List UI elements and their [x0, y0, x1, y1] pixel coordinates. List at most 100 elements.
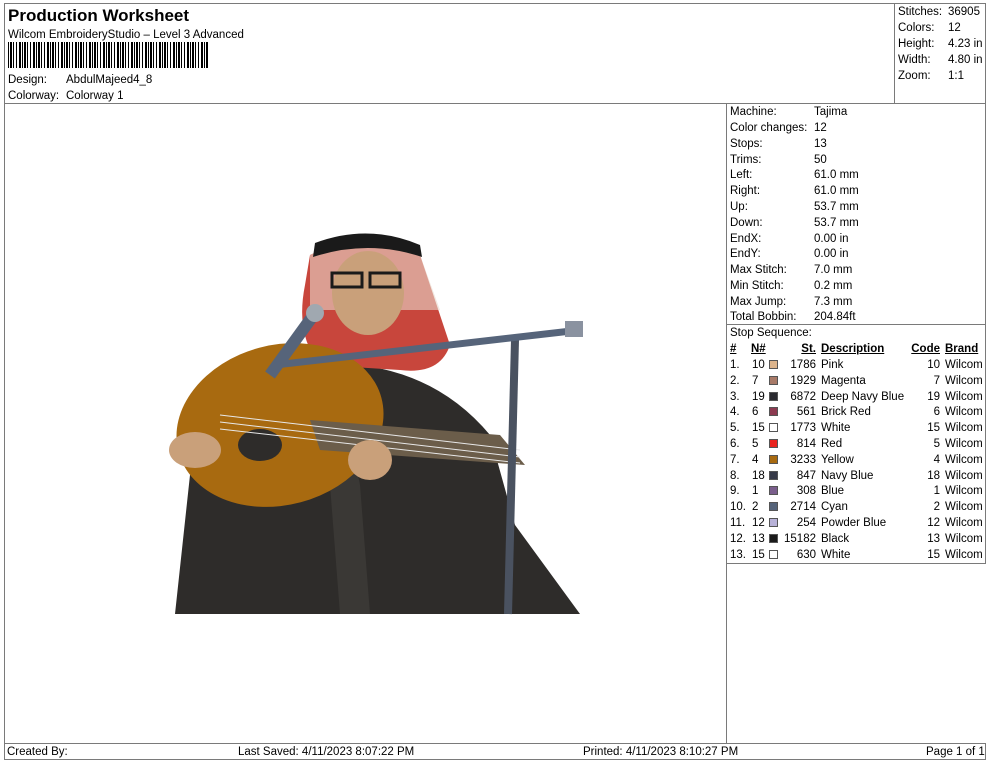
- stop-cell-st: 254: [796, 517, 816, 529]
- stop-cell-num: 3.: [730, 391, 740, 403]
- machine-info-row: Machine: Tajima: [730, 106, 848, 118]
- stop-cell-brand: Wilcom: [945, 485, 983, 497]
- stop-cell-num: 2.: [730, 375, 740, 387]
- footer-created-by: Created By:: [7, 746, 68, 758]
- stop-cell-num: 7.: [730, 454, 740, 466]
- stop-cell-n: 10: [752, 359, 765, 371]
- summary-value: 12: [948, 22, 961, 34]
- machine-info-row: Up: 53.7 mm: [730, 201, 859, 213]
- stop-cell-num: 11.: [730, 517, 746, 529]
- stop-cell-n: 18: [752, 470, 765, 482]
- stop-cell-code: 12: [927, 517, 940, 529]
- footer-last-saved: Last Saved: 4/11/2023 8:07:22 PM: [238, 746, 415, 758]
- stop-cell-st: 308: [796, 485, 816, 497]
- stop-cell-st: 1773: [790, 422, 816, 434]
- summary-value: 4.23 in: [948, 38, 983, 50]
- left-hand: [169, 432, 221, 468]
- footer-printed: Printed: 4/11/2023 8:10:27 PM: [583, 746, 739, 758]
- stop-cell-st: 6872: [790, 391, 816, 403]
- right-hand: [348, 440, 392, 480]
- column-header-brand: Brand: [945, 343, 979, 355]
- summary-label: Width:: [898, 54, 931, 66]
- thread-color-swatch: [769, 407, 778, 416]
- stop-cell-num: 13.: [730, 549, 746, 561]
- summary-value: 1:1: [948, 70, 964, 82]
- machine-info-row: EndY: 0.00 in: [730, 248, 849, 260]
- stop-cell-n: 19: [752, 391, 765, 403]
- stop-cell-description: White: [821, 549, 851, 561]
- thread-color-swatch: [769, 360, 778, 369]
- summary-label: Height:: [898, 38, 935, 50]
- stop-cell-description: Deep Navy Blue: [821, 391, 905, 403]
- stop-cell-code: 18: [927, 470, 940, 482]
- stop-cell-brand: Wilcom: [945, 359, 983, 371]
- stop-cell-code: 5: [933, 438, 940, 450]
- machine-info-row: Color changes: 12: [730, 122, 827, 134]
- thread-color-swatch: [769, 534, 778, 543]
- colorway-value: Colorway 1: [66, 90, 124, 102]
- column-header-needle: N#: [751, 343, 766, 355]
- stop-cell-st: 814: [796, 438, 816, 450]
- stop-cell-code: 10: [927, 359, 940, 371]
- machine-info-row: Total Bobbin: 204.84ft: [730, 311, 856, 323]
- stop-cell-st: 1929: [790, 375, 816, 387]
- stop-cell-n: 4: [752, 454, 759, 466]
- stop-cell-brand: Wilcom: [945, 470, 983, 482]
- stop-cell-description: Brick Red: [821, 406, 871, 418]
- stop-cell-brand: Wilcom: [945, 438, 983, 450]
- stop-cell-description: Magenta: [821, 375, 866, 387]
- stop-cell-num: 1.: [730, 359, 740, 371]
- stop-cell-st: 1786: [790, 359, 816, 371]
- stop-cell-num: 9.: [730, 485, 740, 497]
- machine-info-row: Stops: 13: [730, 138, 827, 150]
- colorway-label: Colorway:: [8, 90, 60, 102]
- stop-cell-description: Navy Blue: [821, 470, 874, 482]
- column-header-num: #: [730, 343, 737, 355]
- column-header-description: Description: [821, 343, 885, 355]
- machine-info-row: Trims: 50: [730, 154, 827, 166]
- stop-cell-st: 15182: [784, 533, 816, 545]
- machine-info-row: Min Stitch: 0.2 mm: [730, 280, 853, 292]
- stop-cell-st: 847: [796, 470, 816, 482]
- stop-cell-code: 6: [933, 406, 940, 418]
- machine-info-row: Down: 53.7 mm: [730, 217, 859, 229]
- stop-cell-st: 3233: [790, 454, 816, 466]
- stop-cell-description: Blue: [821, 485, 845, 497]
- software-name: Wilcom EmbroideryStudio – Level 3 Advanc…: [8, 29, 244, 41]
- stop-cell-brand: Wilcom: [945, 375, 983, 387]
- stop-cell-n: 2: [752, 501, 759, 513]
- stop-cell-code: 19: [927, 391, 940, 403]
- stop-cell-num: 4.: [730, 406, 740, 418]
- stop-cell-n: 15: [752, 549, 765, 561]
- stop-cell-num: 6.: [730, 438, 740, 450]
- stop-cell-description: Black: [821, 533, 850, 545]
- stop-cell-n: 6: [752, 406, 759, 418]
- stop-cell-st: 2714: [790, 501, 816, 513]
- stop-cell-description: Pink: [821, 359, 844, 371]
- machine-info-row: Right: 61.0 mm: [730, 185, 859, 197]
- barcode: [8, 42, 208, 68]
- design-value: AbdulMajeed4_8: [66, 74, 153, 86]
- stop-cell-brand: Wilcom: [945, 406, 983, 418]
- summary-label: Colors:: [898, 22, 935, 34]
- summary-label: Zoom:: [898, 70, 931, 82]
- stop-cell-num: 5.: [730, 422, 740, 434]
- thread-color-swatch: [769, 423, 778, 432]
- stop-cell-num: 10.: [730, 501, 746, 513]
- thread-color-swatch: [769, 455, 778, 464]
- thread-color-swatch: [769, 502, 778, 511]
- stop-cell-brand: Wilcom: [945, 517, 983, 529]
- machine-info-row: Max Jump: 7.3 mm: [730, 296, 853, 308]
- stop-cell-code: 15: [927, 549, 940, 561]
- machine-info-row: EndX: 0.00 in: [730, 233, 849, 245]
- stop-cell-n: 15: [752, 422, 765, 434]
- stop-cell-n: 13: [752, 533, 765, 545]
- thread-color-swatch: [769, 392, 778, 401]
- stop-cell-n: 1: [752, 485, 759, 497]
- stop-cell-st: 630: [796, 549, 816, 561]
- stop-cell-n: 7: [752, 375, 759, 387]
- stop-cell-n: 12: [752, 517, 765, 529]
- stop-cell-description: Cyan: [821, 501, 848, 513]
- face-shape: [332, 251, 404, 335]
- stop-cell-description: White: [821, 422, 851, 434]
